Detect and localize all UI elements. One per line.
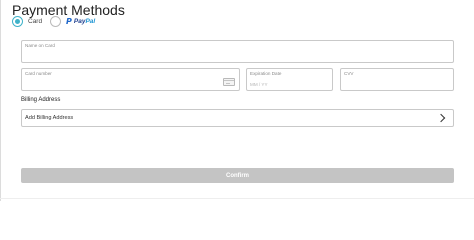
card-number-field[interactable]: Card number bbox=[21, 68, 240, 91]
cvv-label: CVV bbox=[344, 71, 354, 76]
chevron-right-icon bbox=[436, 113, 446, 123]
credit-card-icon bbox=[223, 78, 235, 86]
name-on-card-label: Name on Card bbox=[25, 43, 55, 48]
payment-method-card[interactable]: Card bbox=[12, 16, 42, 27]
payment-method-paypal[interactable]: P PayPal bbox=[50, 16, 95, 27]
add-billing-address-label: Add Billing Address bbox=[25, 115, 74, 121]
bottom-divider bbox=[0, 198, 474, 199]
expiration-date-field[interactable]: Expiration Date MM / YY bbox=[246, 68, 333, 91]
paypal-logo: P PayPal bbox=[66, 16, 96, 26]
add-billing-address-button[interactable]: Add Billing Address bbox=[21, 109, 454, 127]
left-edge-divider bbox=[0, 0, 1, 201]
card-radio-label: Card bbox=[28, 18, 43, 25]
paypal-radio[interactable] bbox=[50, 16, 61, 27]
billing-address-heading: Billing Address bbox=[21, 97, 61, 103]
expiration-date-label: Expiration Date bbox=[250, 71, 282, 76]
confirm-button[interactable]: Confirm bbox=[21, 168, 454, 183]
card-radio[interactable] bbox=[12, 16, 23, 27]
expiration-date-placeholder: MM / YY bbox=[250, 82, 268, 87]
name-on-card-field[interactable]: Name on Card bbox=[21, 40, 454, 63]
cvv-field[interactable]: CVV bbox=[340, 68, 454, 91]
paypal-icon: P bbox=[66, 16, 72, 26]
card-number-label: Card number bbox=[25, 71, 52, 76]
